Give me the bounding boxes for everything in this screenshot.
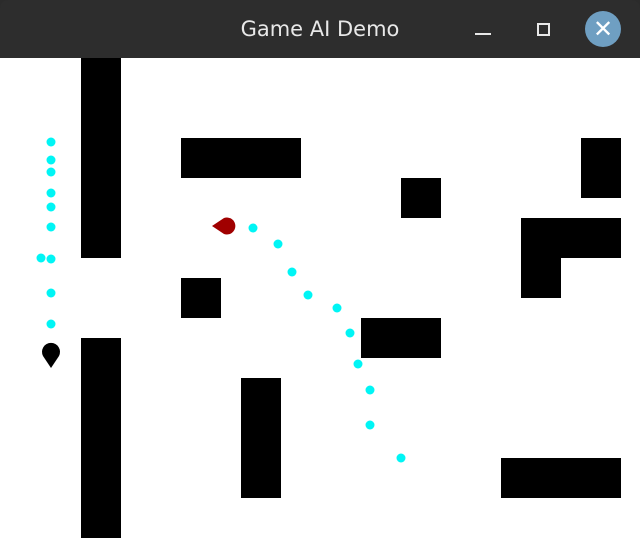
block-bottom-right [501, 458, 621, 498]
path-dot [46, 167, 56, 177]
wall-left-upper [81, 58, 121, 258]
block-right-top [581, 138, 621, 198]
path-dot [365, 420, 375, 430]
minimize-icon [475, 33, 491, 35]
path-dot [46, 222, 56, 232]
block-top-wide [181, 138, 301, 178]
game-scene [36, 58, 621, 538]
wall-left-lower [81, 338, 121, 538]
path-dot [353, 359, 363, 369]
path-dot [46, 288, 56, 298]
path-dot [46, 319, 56, 329]
path-dot [36, 253, 46, 263]
title-bar[interactable]: Game AI Demo ✕ [0, 0, 640, 58]
path-dot [287, 267, 297, 277]
game-canvas[interactable] [0, 58, 640, 538]
maximize-button[interactable] [526, 12, 560, 46]
path-dot [46, 202, 56, 212]
path-dot [46, 155, 56, 165]
block-small-left [181, 278, 221, 318]
maximize-icon [536, 22, 550, 36]
path-dot [46, 254, 56, 264]
chaser-agent-icon [212, 217, 236, 235]
minimize-button[interactable] [466, 12, 500, 46]
path-dot [303, 290, 313, 300]
path-dot [396, 453, 406, 463]
path-dot [365, 385, 375, 395]
obstacles [81, 58, 621, 538]
path-dot [46, 137, 56, 147]
close-button[interactable]: ✕ [585, 11, 621, 47]
block-small-top [401, 178, 441, 218]
app-window: Game AI Demo ✕ [0, 0, 640, 538]
block-l-vertical [521, 218, 561, 298]
path-dot [345, 328, 355, 338]
path-dot [332, 303, 342, 313]
block-middle [361, 318, 441, 358]
close-icon: ✕ [592, 15, 614, 43]
path-dot [248, 223, 258, 233]
path-dot [46, 188, 56, 198]
path-dot [273, 239, 283, 249]
pillar-bottom [241, 378, 281, 498]
player-agent-icon [42, 342, 60, 368]
